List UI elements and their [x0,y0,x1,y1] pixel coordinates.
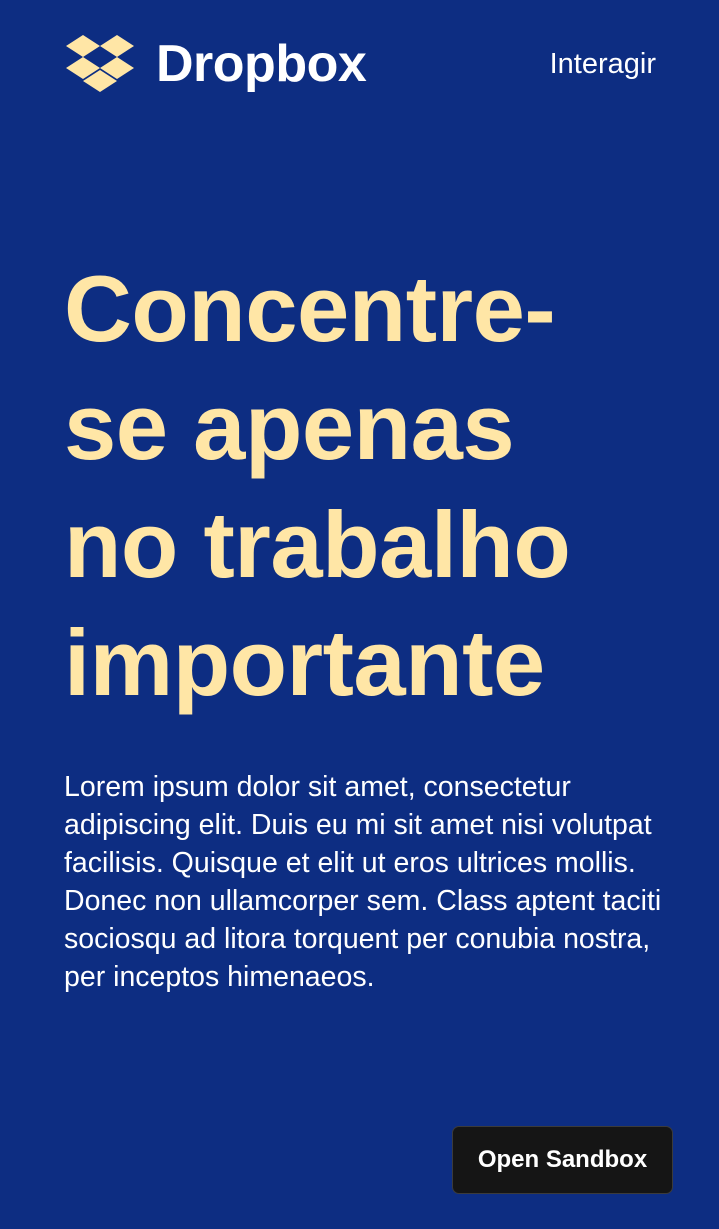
hero-description: Lorem ipsum dolor sit amet, consectetur … [64,771,662,993]
interagir-link[interactable]: Interagir [550,44,656,84]
hero-title: Concentre- se apenas no trabalho importa… [64,250,664,722]
hero-title-line: se apenas [64,374,515,479]
hero-title-line: importante [64,610,545,715]
hero-title-line: no trabalho [64,492,571,597]
header: Dropbox Interagir [0,0,719,130]
logo-text: Dropbox [156,35,367,93]
open-sandbox-button[interactable]: Open Sandbox [452,1126,673,1194]
dropbox-icon [66,35,134,92]
dropbox-logo[interactable]: Dropbox [66,34,367,94]
hero-title-line: Concentre- [64,256,556,361]
